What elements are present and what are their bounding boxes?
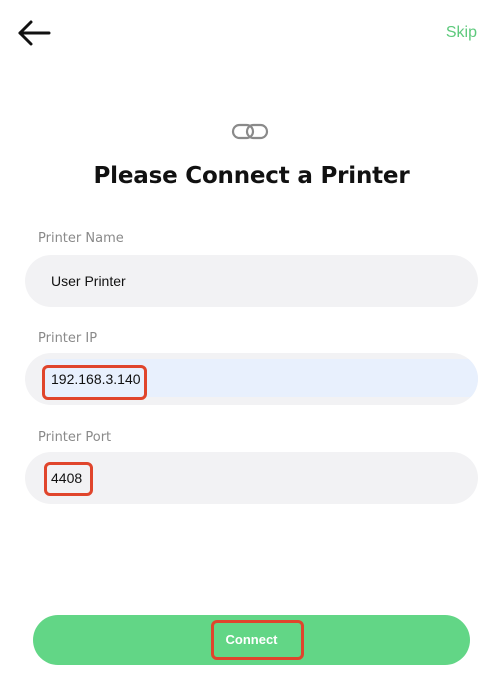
link-icon (231, 122, 271, 142)
printer-port-input[interactable] (51, 452, 451, 504)
printer-name-field[interactable] (25, 255, 478, 307)
printer-ip-input[interactable] (51, 353, 451, 405)
printer-name-label: Printer Name (38, 231, 124, 246)
printer-ip-field[interactable] (25, 353, 478, 405)
connect-printer-screen: Skip Please Connect a Printer Printer Na… (0, 0, 503, 693)
connect-button[interactable]: Connect (33, 615, 470, 665)
printer-ip-label: Printer IP (38, 331, 98, 346)
printer-name-input[interactable] (51, 255, 451, 307)
page-title: Please Connect a Printer (93, 163, 410, 189)
skip-link[interactable]: Skip (446, 24, 477, 42)
connect-button-label: Connect (225, 632, 278, 647)
printer-port-field[interactable] (25, 452, 478, 504)
printer-port-label: Printer Port (38, 430, 112, 445)
arrow-left-icon (18, 20, 51, 46)
back-button[interactable] (16, 18, 56, 50)
